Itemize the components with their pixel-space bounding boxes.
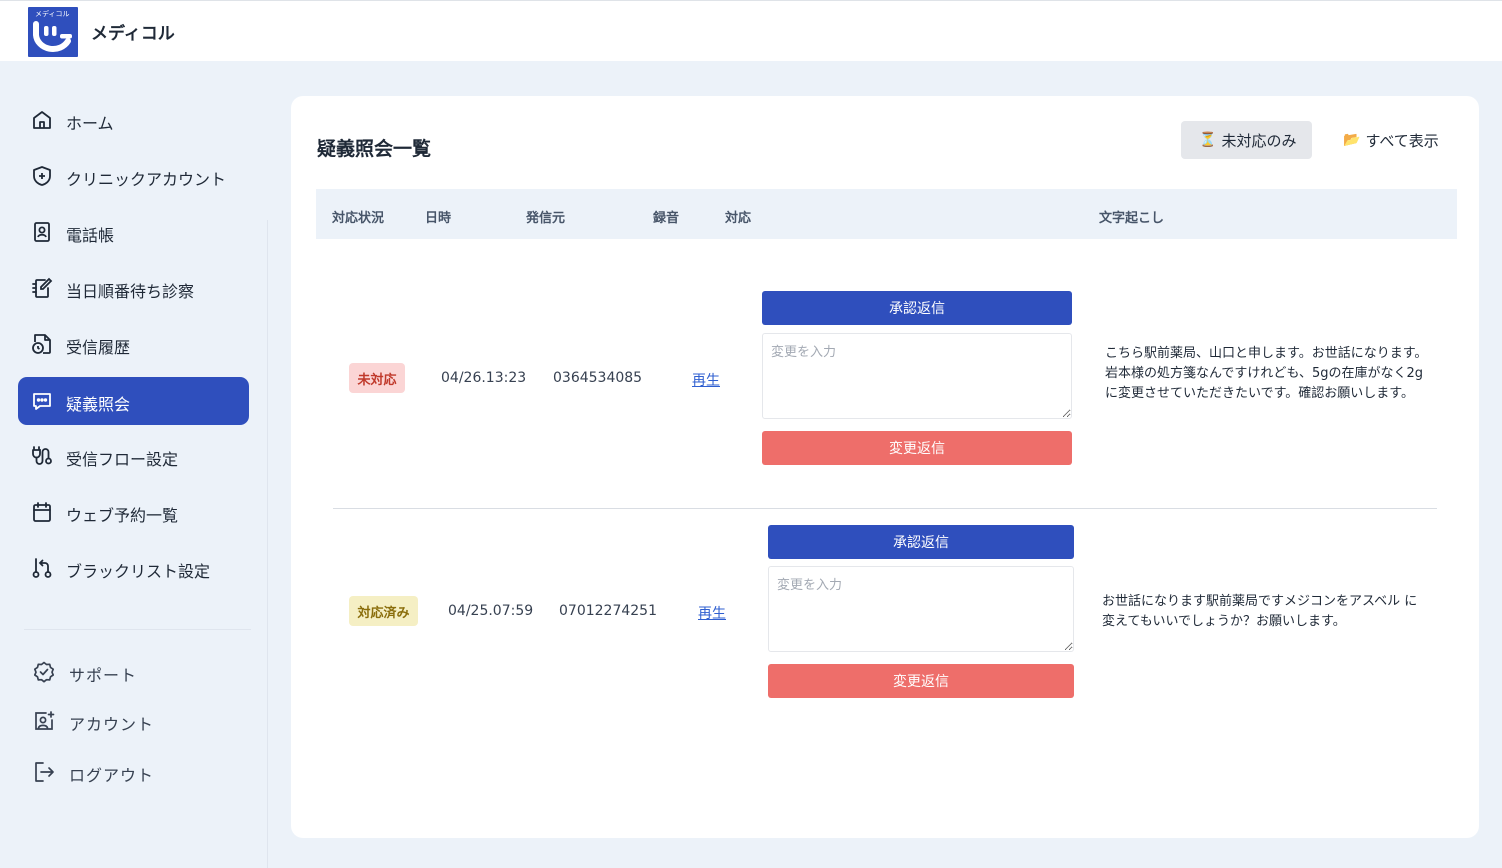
approve-reply-button[interactable]: 承認返信 <box>768 525 1074 559</box>
contact-book-icon <box>34 222 50 242</box>
transcript-line: お世話になります駅前薬局ですメジコンをアスベル に <box>1102 594 1418 609</box>
sidebar-item-call-history[interactable]: 受信履歴 <box>18 320 249 368</box>
sidebar-item-label: ログアウト <box>69 766 155 785</box>
home-icon <box>33 111 51 129</box>
logo-smile-icon <box>33 21 72 52</box>
status-badge: 未対応 <box>349 363 405 393</box>
sidebar-item-label: 当日順番待ち診察 <box>66 282 195 301</box>
sidebar-item-phonebook[interactable]: 電話帳 <box>18 208 249 256</box>
sidebar-item-blacklist[interactable]: ブラックリスト設定 <box>18 544 249 592</box>
sidebar-item-label: クリニックアカウント <box>66 170 227 189</box>
filter-unresolved-label: 未対応のみ <box>1221 131 1297 150</box>
transcript-text: お世話になります駅前薬局ですメジコンをアスベル に 変えてもいいでしょうか？お願… <box>1102 592 1417 632</box>
chat-bubble-icon <box>33 393 51 410</box>
change-reply-button[interactable]: 変更返信 <box>762 431 1072 465</box>
sidebar-item-logout[interactable]: ログアウト <box>18 752 249 792</box>
sidebar-item-home[interactable]: ホーム <box>18 96 249 144</box>
column-header-datetime: 日時 <box>425 211 452 226</box>
sidebar-item-flow-settings[interactable]: 受信フロー設定 <box>18 432 249 480</box>
sidebar-item-support[interactable]: サポート <box>18 652 249 692</box>
calendar-icon <box>33 502 51 522</box>
sidebar-item-label: 疑義照会 <box>66 395 131 414</box>
change-reply-button[interactable]: 変更返信 <box>768 664 1074 698</box>
git-branch-icon <box>32 558 52 578</box>
transcript-line: に変更させていただきたいです。確認お願いします。 <box>1105 386 1415 401</box>
change-input[interactable] <box>768 566 1074 652</box>
user-square-icon <box>35 711 55 730</box>
sidebar-item-label: 受信履歴 <box>66 338 131 357</box>
play-recording-link[interactable]: 再生 <box>692 370 720 390</box>
approve-reply-button[interactable]: 承認返信 <box>762 291 1072 325</box>
top-bar: メディコル メディコル <box>0 0 1502 61</box>
inquiry-list-card: 疑義照会一覧 ⏳ 未対応のみ 📂 すべて表示 対応状況 日時 発信元 録音 対応… <box>291 96 1479 838</box>
filter-all-button[interactable]: 📂 すべて表示 <box>1341 121 1451 159</box>
call-datetime: 04/26.13:23 <box>441 370 527 386</box>
transcript-text: こちら駅前薬局、山口と申します。お世話になります。 岩本様の処方箋なんですけれど… <box>1105 344 1427 404</box>
sidebar-item-account[interactable]: アカウント <box>18 701 249 741</box>
sidebar-item-label: ホーム <box>66 114 114 133</box>
row-divider <box>333 508 1437 509</box>
hourglass-icon: ⏳ <box>1199 132 1217 148</box>
table-header: 対応状況 日時 発信元 録音 対応 文字起こし <box>316 189 1457 239</box>
sidebar-item-inquiry[interactable]: 疑義照会 <box>18 377 249 425</box>
sidebar-divider <box>267 220 268 868</box>
sidebar-item-clinic-account[interactable]: クリニックアカウント <box>18 152 249 200</box>
notebook-edit-icon <box>32 277 53 298</box>
filter-unresolved-button[interactable]: ⏳ 未対応のみ <box>1181 121 1312 159</box>
flow-route-icon <box>32 446 52 465</box>
transcript-line: こちら駅前薬局、山口と申します。お世話になります。 <box>1105 346 1428 361</box>
column-header-caller: 発信元 <box>526 211 566 226</box>
badge-check-icon <box>33 661 55 683</box>
sidebar-separator <box>24 629 251 630</box>
sidebar-item-label: 受信フロー設定 <box>66 450 179 469</box>
app-name: メディコル <box>91 24 175 44</box>
page-title: 疑義照会一覧 <box>317 138 432 160</box>
sidebar-item-label: 電話帳 <box>66 226 115 245</box>
sidebar-item-web-reservations[interactable]: ウェブ予約一覧 <box>18 488 249 536</box>
caller-number: 07012274251 <box>559 603 657 619</box>
transcript-line: 岩本様の処方箋なんですけれども、5gの在庫がなく2g <box>1105 366 1424 381</box>
app-logo[interactable]: メディコル <box>28 7 78 57</box>
change-input[interactable] <box>762 333 1072 419</box>
shield-plus-icon <box>33 166 51 186</box>
sidebar-item-label: サポート <box>69 666 138 685</box>
sidebar-item-label: アカウント <box>69 715 155 734</box>
transcript-line: 変えてもいいでしょうか？お願いします。 <box>1102 614 1346 629</box>
logout-icon <box>35 762 54 782</box>
call-datetime: 04/25.07:59 <box>448 603 534 619</box>
column-header-recording: 録音 <box>653 211 680 226</box>
column-header-action: 対応 <box>725 211 752 226</box>
column-header-transcript: 文字起こし <box>1099 211 1165 226</box>
filter-all-label: すべて表示 <box>1365 131 1439 150</box>
caller-number: 0364534085 <box>553 370 643 386</box>
sidebar-item-same-day-queue[interactable]: 当日順番待ち診察 <box>18 264 249 312</box>
column-header-status: 対応状況 <box>332 211 385 226</box>
status-badge: 対応済み <box>349 596 418 626</box>
file-clock-icon <box>32 334 51 354</box>
sidebar-item-label: ブラックリスト設定 <box>66 562 211 581</box>
folder-icon: 📂 <box>1343 132 1361 148</box>
sidebar-item-label: ウェブ予約一覧 <box>66 506 179 525</box>
play-recording-link[interactable]: 再生 <box>698 603 726 623</box>
